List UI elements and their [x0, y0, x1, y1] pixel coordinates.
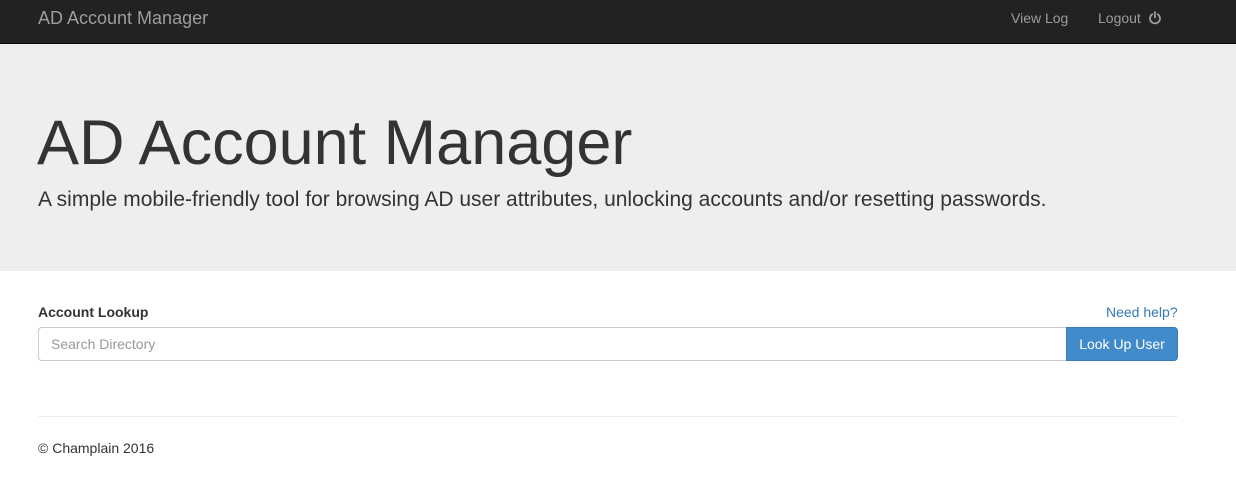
logout-label: Logout: [1098, 10, 1141, 26]
view-log-link[interactable]: View Log: [1011, 10, 1068, 26]
power-icon: [1148, 11, 1162, 25]
footer-copyright: © Champlain 2016: [38, 440, 155, 456]
account-lookup-label: Account Lookup: [38, 304, 149, 320]
page-subtitle: A simple mobile-friendly tool for browsi…: [38, 188, 1047, 211]
need-help-link[interactable]: Need help?: [1106, 303, 1178, 321]
logout-link[interactable]: Logout: [1098, 10, 1162, 26]
footer-divider: [38, 416, 1178, 417]
look-up-user-button[interactable]: Look Up User: [1066, 327, 1178, 361]
page-title: AD Account Manager: [37, 108, 633, 178]
top-navbar: AD Account Manager View Log Logout: [0, 0, 1236, 44]
view-log-label: View Log: [1011, 10, 1069, 26]
hero-banner: AD Account Manager A simple mobile-frien…: [0, 44, 1236, 271]
navbar-brand[interactable]: AD Account Manager: [38, 8, 208, 28]
search-directory-input[interactable]: [38, 327, 1066, 361]
